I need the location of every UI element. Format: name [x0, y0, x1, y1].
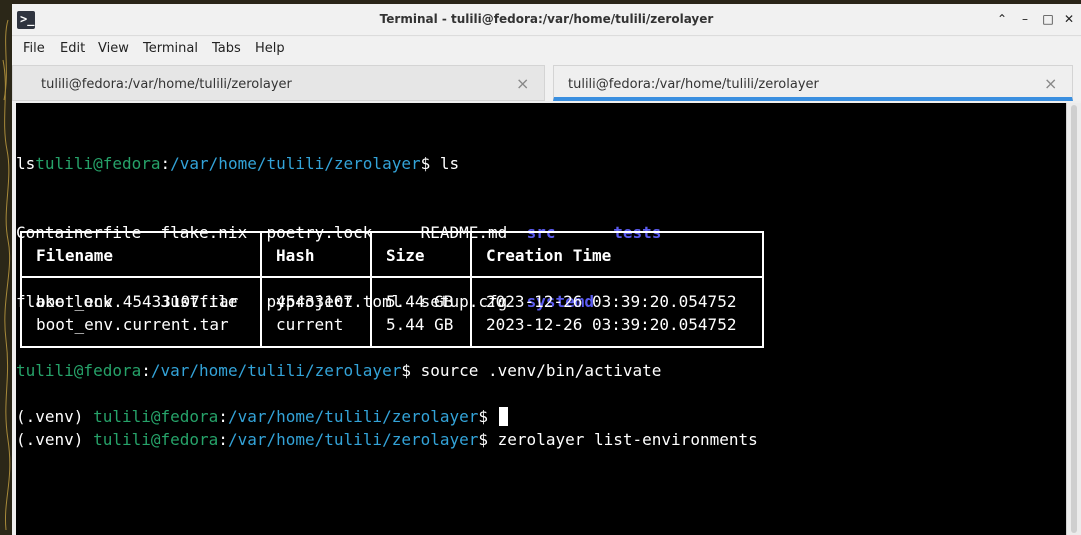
table-cell: 45433107	[276, 292, 354, 311]
close-tab-icon[interactable]: ×	[1044, 74, 1057, 93]
title-bar[interactable]: >_ Terminal - tulili@fedora:/var/home/tu…	[12, 4, 1081, 36]
close-tab-icon[interactable]: ×	[516, 74, 529, 93]
vertical-scrollbar[interactable]	[1066, 103, 1081, 535]
terminal-prompt-line: (.venv) tulili@fedora:/var/home/tulili/z…	[16, 405, 508, 428]
table-header: Filename	[36, 246, 114, 265]
scrollbar-thumb[interactable]	[1071, 105, 1077, 533]
table-cell: current	[276, 315, 344, 334]
menu-view[interactable]: View	[98, 41, 129, 56]
chevron-up-icon[interactable]: ⌃	[994, 11, 1010, 27]
menu-terminal[interactable]: Terminal	[143, 41, 198, 56]
window-title: Terminal - tulili@fedora:/var/home/tulil…	[379, 12, 714, 26]
tab-label: tulili@fedora:/var/home/tulili/zerolayer	[41, 77, 292, 92]
menu-bar: File Edit View Terminal Tabs Help	[12, 37, 1081, 61]
menu-edit[interactable]: Edit	[60, 41, 85, 56]
text-cursor	[498, 407, 508, 426]
environments-table: Filename Hash Size Creation Time boot_en…	[20, 231, 764, 348]
terminal-window: >_ Terminal - tulili@fedora:/var/home/tu…	[12, 4, 1081, 535]
tab-bar: tulili@fedora:/var/home/tulili/zerolayer…	[12, 61, 1081, 101]
desktop-background	[0, 0, 12, 535]
table-cell: boot_env.45433107.tar	[36, 292, 239, 311]
maximize-icon[interactable]: □	[1040, 11, 1056, 27]
table-header: Hash	[276, 246, 315, 265]
table-header: Size	[386, 246, 425, 265]
close-icon[interactable]: ✕	[1061, 11, 1077, 27]
terminal-output[interactable]: lstulili@fedora:/var/home/tulili/zerolay…	[16, 103, 1066, 535]
tab-2[interactable]: tulili@fedora:/var/home/tulili/zerolayer…	[553, 65, 1073, 101]
menu-tabs[interactable]: Tabs	[212, 41, 241, 56]
table-cell: boot_env.current.tar	[36, 315, 229, 334]
table-header: Creation Time	[486, 246, 612, 265]
table-cell: 5.44 GB	[386, 315, 454, 334]
table-cell: 2023-12-26 03:39:20.054752	[486, 292, 737, 311]
tab-label: tulili@fedora:/var/home/tulili/zerolayer	[568, 77, 819, 92]
menu-file[interactable]: File	[23, 41, 45, 56]
minimize-icon[interactable]: –	[1017, 11, 1033, 27]
terminal-line: lstulili@fedora:/var/home/tulili/zerolay…	[16, 154, 460, 173]
table-cell: 2023-12-26 03:39:20.054752	[486, 315, 737, 334]
menu-help[interactable]: Help	[255, 41, 285, 56]
tab-1[interactable]: tulili@fedora:/var/home/tulili/zerolayer…	[12, 65, 545, 101]
table-cell: 5.44 GB	[386, 292, 454, 311]
